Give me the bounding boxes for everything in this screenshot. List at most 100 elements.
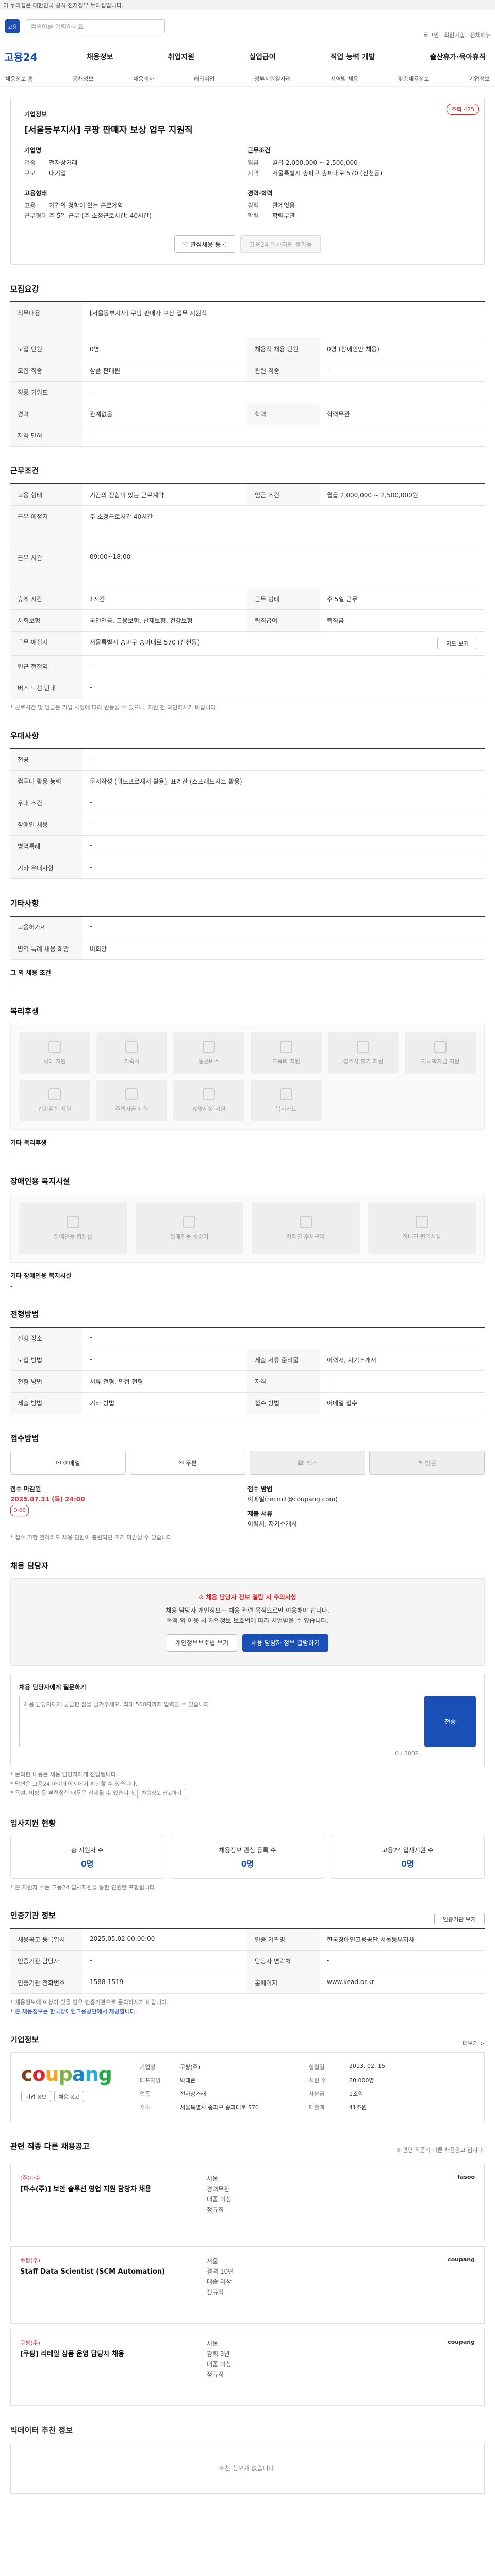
- method-section: 전형방법 전형 장소 - 모집 방법 - 제출 서류 준비물 이력서, 자기소개서 전형…: [10, 1309, 485, 1414]
- apply-fax-button[interactable]: ☎ 팩스: [250, 1451, 365, 1475]
- row-value: 주 5일 근무: [327, 596, 358, 603]
- row-head: 컴퓨터 활용 능력: [10, 771, 82, 792]
- job-title: [서울동부지사] 쿠팡 판매자 보상 업무 지원직: [24, 125, 193, 135]
- subnav-item-custom[interactable]: 맞춤채용정보: [398, 75, 430, 83]
- etc-title: 기타사항: [10, 899, 39, 908]
- util-menu-link[interactable]: 전체메뉴: [470, 31, 491, 39]
- form-value: 이력서, 자기소개서: [248, 1520, 297, 1528]
- gov-notice-bar: 이 누리집은 대한민국 공식 전자정부 누리집입니다.: [0, 0, 495, 10]
- inquiry-textarea[interactable]: [19, 1696, 420, 1747]
- org-note2: * 본 채용정보는 한국장애인고용공단에서 제공합니다.: [10, 2008, 137, 2015]
- apply-visit-button[interactable]: ⚑ 방문: [369, 1451, 485, 1475]
- row-value: 학력무관: [327, 411, 350, 418]
- related-job-card[interactable]: 쿠팡(주) [쿠팡] 리테일 상품 운영 담당자 채용 서울 경력 3년 대졸 이상 정…: [10, 2329, 485, 2406]
- mini-logo[interactable]: 고용: [5, 19, 20, 33]
- privacy-law-button[interactable]: 개인정보보호법 보기: [166, 1634, 238, 1652]
- related-logo: coupang: [448, 2338, 475, 2345]
- row-head: 근무 예정지: [10, 506, 82, 547]
- company-label: 기업정보: [24, 111, 47, 118]
- company-jobs-button[interactable]: 채용 공고: [54, 2091, 84, 2102]
- company-info-button[interactable]: 기업 정보: [21, 2091, 51, 2102]
- related-meta: 대졸 이상: [206, 2196, 232, 2203]
- subnav-item-company[interactable]: 기업정보: [469, 75, 489, 83]
- search-input[interactable]: 검색어를 입력하세요: [26, 19, 165, 33]
- map-button[interactable]: 지도 보기: [437, 638, 477, 649]
- gnb-item-training[interactable]: 직업 능력 개발: [331, 52, 375, 62]
- prefer-section: 우대사항 전공 - 컴퓨터 활용 능력 문서작성 (워드프로세서 활용), 표계산 …: [10, 730, 485, 879]
- info-key: 주소: [140, 2104, 151, 2111]
- row-value: -: [90, 863, 92, 871]
- subnav-item-event[interactable]: 채용행사: [133, 75, 154, 83]
- related-job-card[interactable]: (주)파수 [파수(주)] 보안 솔루션 영업 지원 담당자 채용 서울 경력무관 대…: [10, 2164, 485, 2241]
- brand-logo[interactable]: 고용24: [4, 49, 87, 64]
- interest-button[interactable]: ♡ 관심채용 등록: [174, 235, 236, 253]
- report-button[interactable]: 채용정보 신고하기: [137, 1789, 187, 1799]
- row-value: 비희망: [90, 945, 107, 953]
- related-title-text[interactable]: [파수(주)] 보안 솔루션 영업 지원 담당자 채용: [20, 2185, 200, 2194]
- tile-label: 주택자금 지원: [115, 1106, 148, 1112]
- row-head: 채용공고 등록일시: [10, 1929, 82, 1950]
- company-more-link[interactable]: 더보기 >: [463, 2039, 485, 2047]
- row-head: 임금 조건: [248, 484, 320, 505]
- row-head: 우대 조건: [10, 792, 82, 814]
- info-value: 2013. 02. 15: [349, 2063, 385, 2070]
- emp-label: 고용형태: [24, 190, 47, 197]
- related-meta: 정규직: [206, 2289, 224, 2296]
- row-head: 관련 직종: [248, 360, 320, 381]
- welfare-tile: 식대 지원: [19, 1032, 90, 1074]
- health-check-icon: [48, 1088, 61, 1100]
- util-join-link[interactable]: 회원가입: [444, 31, 465, 39]
- disability-other-head: 기타 장애인용 복지시설: [10, 1272, 72, 1279]
- kv-value: 학력무관: [272, 212, 295, 219]
- company-card: coupang 기업 정보 채용 공고 기업명 쿠팡(주) 설립일 2013. 02…: [10, 2052, 485, 2122]
- subnav-item-region[interactable]: 지역별 채용: [331, 75, 358, 83]
- job-desc-body: [서울동부지사] 쿠팡 판매자 보상 업무 지원직: [90, 310, 207, 317]
- dorm-icon: [125, 1041, 138, 1053]
- subnav-item-gov[interactable]: 정부지원일자리: [254, 75, 291, 83]
- row-head: 근무 형태: [248, 588, 320, 609]
- welfare-other-body: -: [10, 1150, 13, 1157]
- gnb-item-benefit[interactable]: 실업급여: [249, 52, 276, 62]
- info-key: 기업명: [140, 2064, 156, 2071]
- search-row: 고용 검색어를 입력하세요: [0, 10, 495, 42]
- inquiry-box: 채용 담당자에게 질문하기 전송 0 / 500자: [10, 1674, 485, 1766]
- inquiry-send-button[interactable]: 전송: [424, 1696, 476, 1747]
- method-label: 접수 방법: [248, 1485, 273, 1493]
- org-view-button[interactable]: 인증기관 보기: [434, 1912, 485, 1925]
- subnav-item-overseas[interactable]: 해외취업: [194, 75, 214, 83]
- util-login-link[interactable]: 로그인: [423, 31, 439, 39]
- info-key: 설립일: [309, 2064, 325, 2071]
- kv-key: 업종: [24, 159, 36, 166]
- info-key: 자본금: [309, 2091, 325, 2097]
- related-title-text[interactable]: Staff Data Scientist (SCM Automation): [20, 2267, 200, 2277]
- disability-tile: 장애인 편의시설: [368, 1202, 476, 1254]
- subnav-item-home[interactable]: 채용정보 홈: [5, 75, 33, 83]
- education-icon: [279, 1041, 292, 1053]
- apply-method-label: 이메일: [63, 1459, 80, 1467]
- apply-post-button[interactable]: ✉ 우편: [130, 1451, 245, 1475]
- stat-value: 0명: [81, 1859, 94, 1869]
- gnb-item-jobs[interactable]: 채용정보: [87, 52, 113, 62]
- disability-grid: 장애인용 화장실 장애인용 승강기 장애인 주차구역 장애인 편의시설: [10, 1194, 485, 1263]
- related-title-text[interactable]: [쿠팡] 리테일 상품 운영 담당자 채용: [20, 2350, 200, 2359]
- related-job-card[interactable]: 쿠팡(주) Staff Data Scientist (SCM Automatio…: [10, 2246, 485, 2324]
- gnb-item-support[interactable]: 취업지원: [168, 52, 195, 62]
- company-section: 기업정보 더보기 > coupang 기업 정보 채용 공고 기업명 쿠팡(주) …: [10, 2034, 485, 2122]
- prefer-title: 우대사항: [10, 731, 39, 740]
- row-value: 문서작성 (워드프로세서 활용), 표계산 (스프레드시트 활용): [90, 778, 242, 785]
- subnav-item-public[interactable]: 공채정보: [73, 75, 93, 83]
- gnb-item-leave[interactable]: 출산휴가·육아휴직: [430, 52, 486, 62]
- row-head: 제출 서류 준비물: [248, 1349, 320, 1370]
- related-meta: 서울: [206, 2175, 219, 2182]
- manager-note: * 욕설, 비방 등 부적절한 내용은 삭제될 수 있습니다.: [10, 1790, 136, 1797]
- row-value: 09:00~18:00: [90, 553, 131, 561]
- stats-note: * 본 지원자 수는 고용24 입사지원을 통한 인원만 포함됩니다.: [10, 1884, 157, 1891]
- apply-title: 접수방법: [10, 1434, 39, 1443]
- row-value: 2025.05.02 00:00:00: [90, 1935, 155, 1942]
- view-manager-button[interactable]: 채용 담당자 정보 열람하기: [242, 1634, 329, 1652]
- row-head: 장애인 채용: [10, 814, 82, 835]
- card-icon: [279, 1088, 292, 1100]
- related-corp: 쿠팡(주): [20, 2340, 40, 2346]
- apply-disabled-button[interactable]: 고용24 입사지원 불가능: [240, 235, 321, 253]
- apply-email-button[interactable]: ✉ 이메일: [10, 1451, 126, 1475]
